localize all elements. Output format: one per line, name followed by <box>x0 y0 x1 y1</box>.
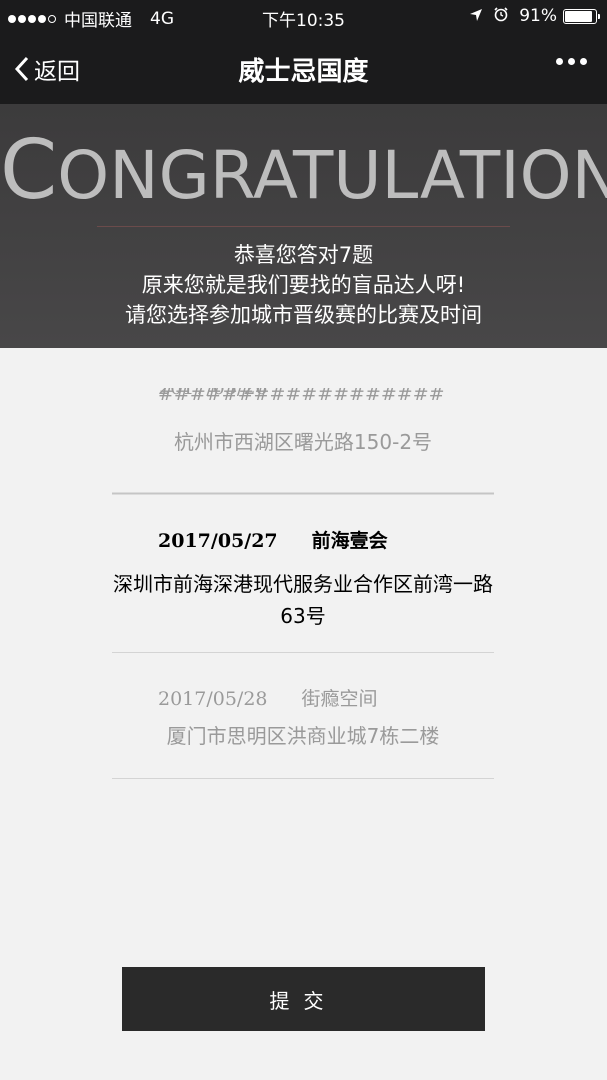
congratulation-rest: ONGRATULATION <box>57 137 607 214</box>
event-address: 深圳市前海深港现代服务业合作区前湾一路63号 <box>113 572 493 628</box>
result-line-3: 请您选择参加城市晋级赛的比赛及时间 <box>125 303 482 327</box>
selection-line-top <box>112 492 494 495</box>
event-address: 厦门市思明区洪商业城7栋二楼 <box>166 724 440 748</box>
event-venue: ################## <box>158 388 445 402</box>
submit-button[interactable]: 提交 <box>122 967 485 1031</box>
more-dot-icon <box>556 58 563 65</box>
event-option[interactable]: 2017/05/28 街瘾空间 厦门市思明区洪商业城7栋二楼 <box>112 686 494 752</box>
divider <box>112 778 494 779</box>
page-title: 威士忌国度 <box>238 57 369 87</box>
battery-percent: 91% <box>519 6 557 26</box>
location-arrow-icon <box>469 7 483 26</box>
more-dot-icon <box>580 58 587 65</box>
battery-icon <box>563 8 600 24</box>
divider <box>97 226 510 227</box>
event-option[interactable]: 2017/05/26################## 杭州市西湖区曙光路15… <box>112 388 494 458</box>
event-address: 杭州市西湖区曙光路150-2号 <box>173 430 433 454</box>
alarm-icon <box>493 6 509 26</box>
congratulation-heading: CONGRATULATION <box>0 130 607 216</box>
result-message: 恭喜您答对7题 原来您就是我们要找的盲品达人呀! 请您选择参加城市晋级赛的比赛及… <box>0 240 607 330</box>
congratulation-banner: CONGRATULATION 恭喜您答对7题 原来您就是我们要找的盲品达人呀! … <box>0 104 607 348</box>
selection-line-bottom <box>112 652 494 653</box>
more-button[interactable] <box>551 58 587 65</box>
event-date: 2017/05/28 <box>158 688 268 710</box>
status-bar: 中国联通 4G 下午10:35 91% <box>0 0 607 34</box>
event-venue: 街瘾空间 <box>301 688 378 710</box>
nav-bar: 返回 威士忌国度 <box>0 34 607 104</box>
result-line-1: 恭喜您答对7题 <box>233 243 374 267</box>
event-picker[interactable]: 2017/05/26################## 杭州市西湖区曙光路15… <box>0 348 607 838</box>
event-date: 2017/05/27 <box>158 530 278 552</box>
event-venue: 前海壹会 <box>311 530 388 552</box>
battery-level <box>565 10 593 22</box>
result-line-2: 原来您就是我们要找的盲品达人呀! <box>141 273 466 297</box>
more-dot-icon <box>568 58 575 65</box>
event-option-selected[interactable]: 2017/05/27 前海壹会 深圳市前海深港现代服务业合作区前湾一路63号 <box>112 528 494 632</box>
congratulation-initial: C <box>0 123 58 218</box>
